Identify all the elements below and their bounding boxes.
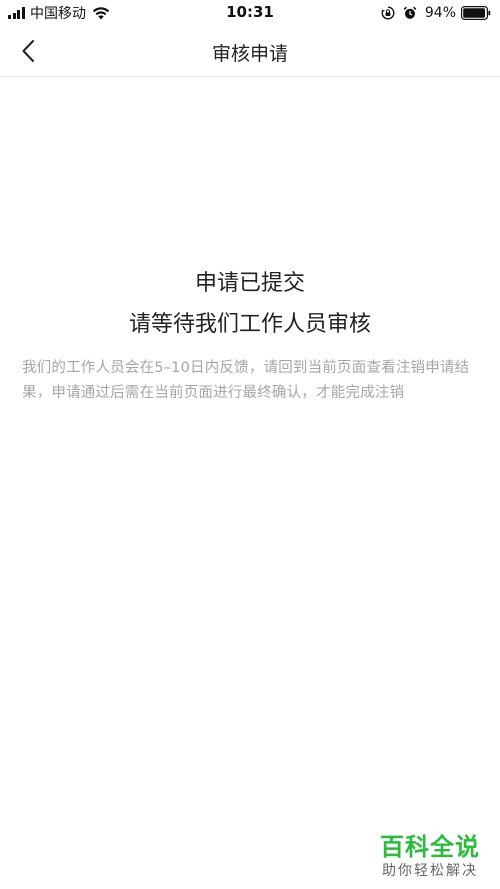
status-description: 我们的工作人员会在5–10日内反馈，请回到当前页面查看注销申请结果，申请通过后需… bbox=[22, 360, 470, 401]
alarm-icon bbox=[403, 6, 417, 19]
watermark-title: 百科全说 bbox=[380, 833, 480, 861]
status-right: 94% bbox=[381, 4, 491, 22]
status-bar: 中国移动 10:31 94% bbox=[0, 0, 500, 26]
nav-bar: 审核申请 bbox=[0, 26, 500, 77]
status-headline: 申请已提交 bbox=[194, 271, 305, 296]
watermark-subtitle: 助你轻松解决 bbox=[382, 863, 478, 879]
page-title: 审核申请 bbox=[211, 43, 288, 65]
battery-percentage: 94% bbox=[424, 5, 456, 21]
battery-icon bbox=[461, 6, 491, 20]
status-subheadline: 请等待我们工作人员审核 bbox=[128, 312, 371, 337]
watermark-logo: 百科全说 助你轻松解决 bbox=[374, 833, 486, 881]
rotation-lock-icon bbox=[381, 6, 395, 20]
